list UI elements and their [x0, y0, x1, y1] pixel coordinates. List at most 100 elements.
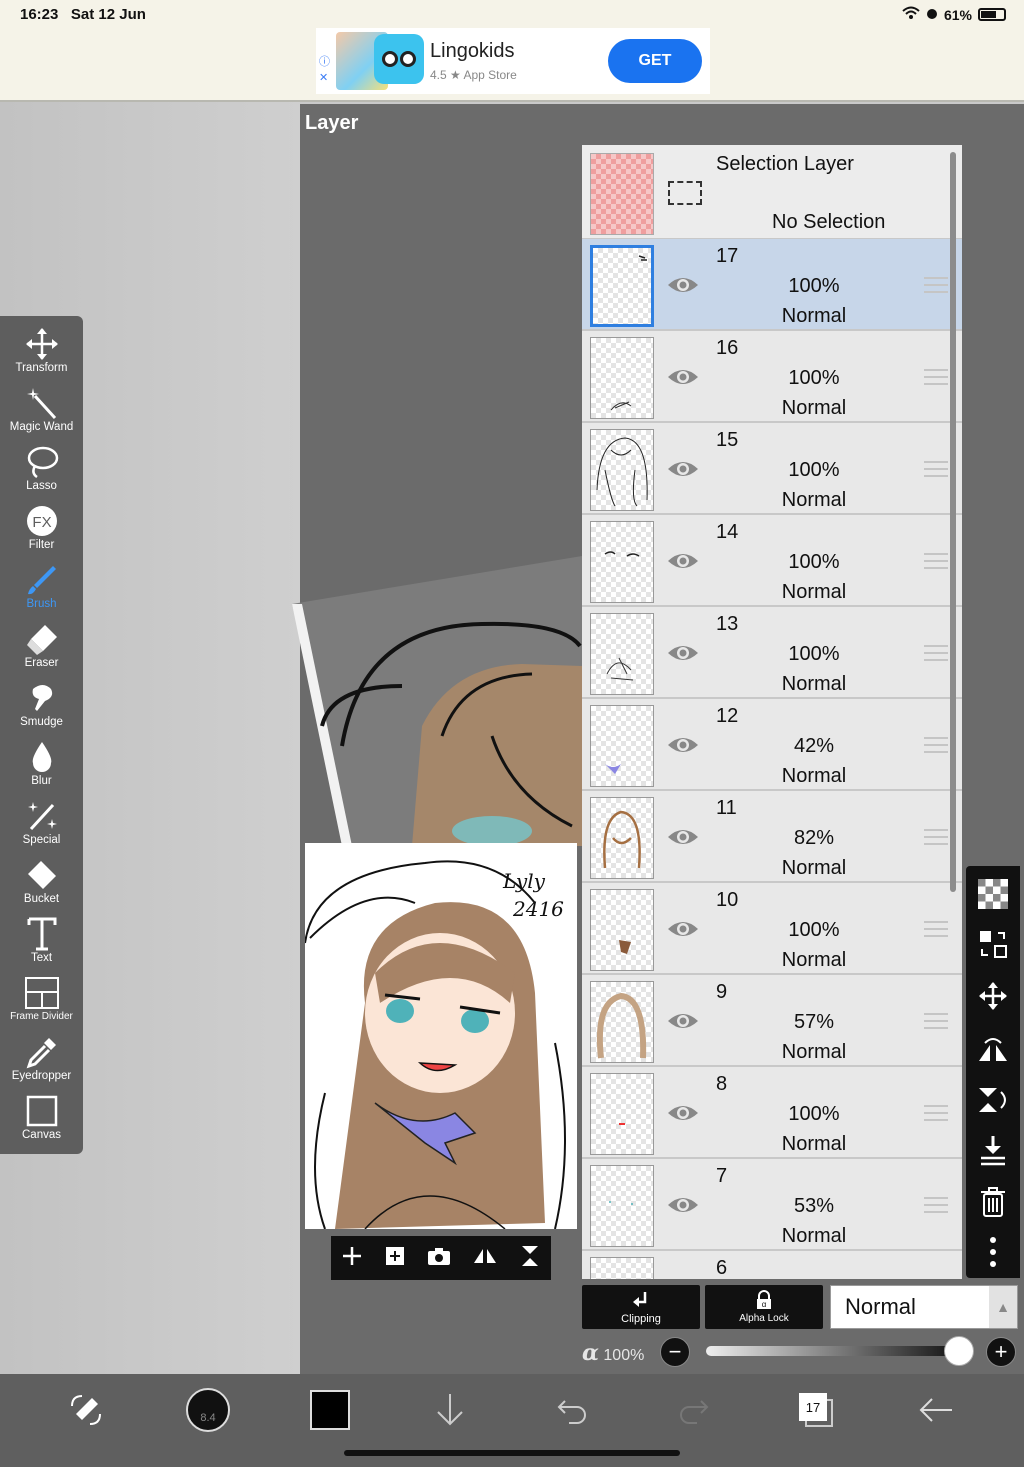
layer-row[interactable]: 17 100% Normal: [582, 239, 962, 331]
selection-layer[interactable]: Selection Layer No Selection: [582, 145, 962, 239]
opacity-decrease-button[interactable]: −: [660, 1337, 690, 1367]
opacity-slider[interactable]: [706, 1346, 960, 1356]
brush-eraser-swap-icon[interactable]: [62, 1388, 110, 1432]
layer-row[interactable]: 13 100% Normal: [582, 607, 962, 699]
drag-handle-icon[interactable]: [924, 645, 948, 661]
tool-eyedropper[interactable]: Eyedropper: [0, 1034, 83, 1093]
layer-row[interactable]: 6: [582, 1251, 962, 1279]
wifi-icon: [902, 6, 920, 23]
drag-handle-icon[interactable]: [924, 1105, 948, 1121]
color-swatch[interactable]: [306, 1388, 354, 1432]
status-time: 16:23 Sat 12 Jun: [20, 6, 146, 23]
drag-handle-icon[interactable]: [924, 737, 948, 753]
tool-bucket[interactable]: Bucket: [0, 857, 83, 916]
clipping-button[interactable]: Clipping: [582, 1285, 700, 1329]
more-options-icon[interactable]: [966, 1228, 1020, 1276]
drag-handle-icon[interactable]: [924, 829, 948, 845]
layer-list[interactable]: Selection Layer No Selection 17 100% Norma…: [582, 145, 962, 1279]
layer-number: 16: [716, 337, 739, 359]
layer-row[interactable]: 14 100% Normal: [582, 515, 962, 607]
move-icon[interactable]: [966, 972, 1020, 1020]
visibility-eye-icon[interactable]: [666, 365, 700, 389]
drag-handle-icon[interactable]: [924, 369, 948, 385]
visibility-eye-icon[interactable]: [666, 457, 700, 481]
canvas-artwork[interactable]: [292, 556, 582, 846]
drag-handle-icon[interactable]: [924, 1197, 948, 1213]
visibility-eye-icon[interactable]: [666, 641, 700, 665]
visibility-eye-icon[interactable]: [666, 549, 700, 573]
camera-icon[interactable]: [427, 1245, 451, 1272]
tool-transform[interactable]: Transform: [0, 326, 83, 385]
delete-layer-icon[interactable]: [966, 1178, 1020, 1226]
layers-button[interactable]: 17: [792, 1388, 840, 1432]
layer-thumbnail: [590, 1165, 654, 1247]
drag-handle-icon[interactable]: [924, 277, 948, 293]
ad-subtitle: 4.5 ★ App Store: [430, 68, 517, 82]
layer-list-scrollbar[interactable]: [950, 152, 956, 892]
drag-handle-icon[interactable]: [924, 1013, 948, 1029]
layer-row[interactable]: 12 42% Normal: [582, 699, 962, 791]
layer-row[interactable]: 16 100% Normal: [582, 331, 962, 423]
visibility-eye-icon[interactable]: [666, 273, 700, 297]
layer-row[interactable]: 8 100% Normal: [582, 1067, 962, 1159]
layer-row[interactable]: 9 57% Normal: [582, 975, 962, 1067]
tool-frame-divider[interactable]: Frame Divider: [0, 975, 83, 1034]
tool-filter[interactable]: FX Filter: [0, 503, 83, 562]
ad-app-icon: [374, 34, 424, 84]
canvas-preview[interactable]: Lyly 2416: [305, 843, 577, 1229]
flip-horizontal-icon[interactable]: [472, 1245, 498, 1272]
visibility-eye-icon[interactable]: [666, 1193, 700, 1217]
alpha-lock-button[interactable]: α Alpha Lock: [705, 1285, 823, 1329]
arrow-down-icon[interactable]: [426, 1388, 474, 1432]
drag-handle-icon[interactable]: [924, 461, 948, 477]
undo-icon[interactable]: [548, 1388, 596, 1432]
blend-mode-value: Normal: [845, 1294, 916, 1319]
layer-row[interactable]: 7 53% Normal: [582, 1159, 962, 1251]
drag-handle-icon[interactable]: [924, 921, 948, 937]
ad-get-button[interactable]: GET: [608, 39, 702, 83]
flip-vertical-icon[interactable]: [966, 1076, 1020, 1124]
ad-info-icon[interactable]: ⓘ ✕: [319, 54, 330, 86]
layer-row[interactable]: 10 100% Normal: [582, 883, 962, 975]
selection-layer-name: Selection Layer: [716, 153, 854, 175]
tool-brush[interactable]: Brush: [0, 562, 83, 621]
redo-icon[interactable]: [670, 1388, 718, 1432]
layer-blend-mode: Normal: [781, 397, 847, 419]
back-arrow-icon[interactable]: [912, 1388, 960, 1432]
tool-text[interactable]: Text: [0, 916, 83, 975]
tool-blur[interactable]: Blur: [0, 739, 83, 798]
tool-magic-wand[interactable]: Magic Wand: [0, 385, 83, 444]
visibility-eye-icon[interactable]: [666, 825, 700, 849]
layer-number: 7: [716, 1165, 728, 1187]
visibility-eye-icon[interactable]: [666, 1101, 700, 1125]
tool-canvas[interactable]: Canvas: [0, 1093, 83, 1152]
visibility-eye-icon[interactable]: [666, 733, 700, 757]
blend-mode-select[interactable]: Normal ▲: [830, 1285, 1018, 1329]
home-indicator[interactable]: [344, 1450, 680, 1456]
brush-size-indicator[interactable]: 8.4: [184, 1388, 232, 1432]
tool-smudge[interactable]: Smudge: [0, 680, 83, 739]
layer-thumbnail: [590, 613, 654, 695]
ad-banner[interactable]: ⓘ ✕ Lingokids 4.5 ★ App Store GET: [316, 28, 710, 94]
signature-line1: Lyly: [503, 869, 545, 893]
opacity-increase-button[interactable]: +: [986, 1337, 1016, 1367]
drag-handle-icon[interactable]: [924, 553, 948, 569]
tool-lasso[interactable]: Lasso: [0, 444, 83, 503]
opacity-slider-knob[interactable]: [944, 1336, 974, 1366]
visibility-eye-icon[interactable]: [666, 917, 700, 941]
flip-vertical-icon[interactable]: [519, 1244, 541, 1273]
layer-opacity: 57%: [793, 1011, 835, 1033]
layer-transfer-icon[interactable]: [966, 920, 1020, 968]
transparent-fill-icon[interactable]: [966, 870, 1020, 918]
tool-special[interactable]: Special: [0, 798, 83, 857]
visibility-eye-icon[interactable]: [666, 1009, 700, 1033]
flip-horizontal-icon[interactable]: [966, 1026, 1020, 1074]
add-photo-layer-icon[interactable]: [384, 1245, 406, 1272]
tool-eraser[interactable]: Eraser: [0, 621, 83, 680]
tool-sidebar: Transform Magic Wand Lasso FX Filter Bru…: [0, 316, 83, 1154]
layer-row[interactable]: 15 100% Normal: [582, 423, 962, 515]
ad-title: Lingokids: [430, 40, 515, 62]
layer-row[interactable]: 11 82% Normal: [582, 791, 962, 883]
add-layer-icon[interactable]: [341, 1245, 363, 1272]
merge-down-icon[interactable]: [966, 1126, 1020, 1174]
